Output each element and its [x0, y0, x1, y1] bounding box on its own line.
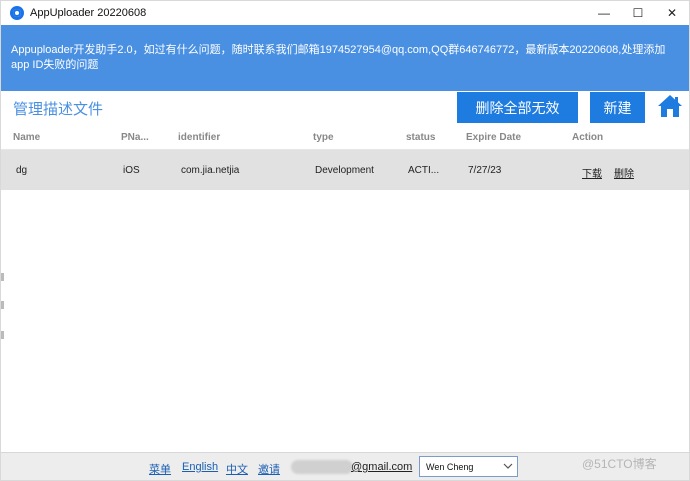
column-header-platform[interactable]: PNa...	[121, 132, 149, 143]
maximize-button[interactable]: ☐	[621, 1, 655, 25]
info-banner: Appuploader开发助手2.0，如过有什么问题，随时联系我们邮箱19745…	[1, 25, 689, 91]
app-logo-icon	[10, 6, 24, 20]
column-header-name[interactable]: Name	[13, 132, 40, 143]
edge-mark	[1, 273, 4, 281]
invite-link[interactable]: 邀请	[258, 461, 280, 477]
redacted-email	[291, 460, 353, 474]
window-controls: — ☐ ✕	[587, 1, 689, 25]
column-header-status[interactable]: status	[406, 132, 435, 143]
cell-type: Development	[315, 165, 374, 176]
chinese-link[interactable]: 中文	[226, 461, 248, 477]
account-select[interactable]: Wen Cheng	[419, 456, 518, 477]
english-link[interactable]: English	[182, 461, 218, 473]
edge-mark	[1, 301, 4, 309]
email-domain-link[interactable]: @gmail.com	[351, 461, 412, 473]
window-title: AppUploader 20220608	[30, 7, 147, 19]
account-select-value: Wen Cheng	[426, 461, 474, 472]
profiles-table: Name PNa... identifier type status Expir…	[1, 126, 689, 190]
column-header-action: Action	[572, 132, 604, 143]
cell-name: dg	[16, 165, 28, 176]
menu-link[interactable]: 菜单	[149, 461, 171, 477]
cell-platform: iOS	[123, 165, 140, 176]
watermark-text: @51CTO博客	[582, 457, 657, 471]
column-header-expire-date[interactable]: Expire Date	[466, 132, 521, 143]
banner-text: Appuploader开发助手2.0，如过有什么问题，随时联系我们邮箱19745…	[11, 44, 666, 71]
app-window: AppUploader 20220608 — ☐ ✕ Appuploader开发…	[0, 0, 690, 481]
download-link[interactable]: 下载	[582, 165, 602, 180]
column-header-type[interactable]: type	[313, 132, 334, 143]
delete-all-invalid-button[interactable]: 删除全部无效	[457, 92, 578, 123]
page-title: 管理描述文件	[13, 101, 104, 118]
column-header-identifier[interactable]: identifier	[178, 132, 220, 143]
chevron-down-icon	[503, 463, 513, 469]
cell-identifier: com.jia.netjia	[181, 165, 240, 176]
delete-link[interactable]: 删除	[614, 165, 634, 180]
close-button[interactable]: ✕	[655, 1, 689, 25]
new-profile-button[interactable]: 新建	[590, 92, 645, 123]
title-bar: AppUploader 20220608 — ☐ ✕	[1, 1, 689, 25]
minimize-button[interactable]: —	[587, 1, 621, 25]
cell-status: ACTI...	[408, 165, 440, 176]
edge-mark	[1, 331, 4, 339]
home-icon[interactable]	[657, 93, 683, 119]
toolbar: 管理描述文件 删除全部无效 新建	[1, 91, 689, 125]
table-header: Name PNa... identifier type status Expir…	[1, 126, 689, 150]
cell-expire-date: 7/27/23	[468, 165, 502, 176]
table-row[interactable]: dg iOS com.jia.netjia Development ACTI..…	[1, 150, 689, 190]
